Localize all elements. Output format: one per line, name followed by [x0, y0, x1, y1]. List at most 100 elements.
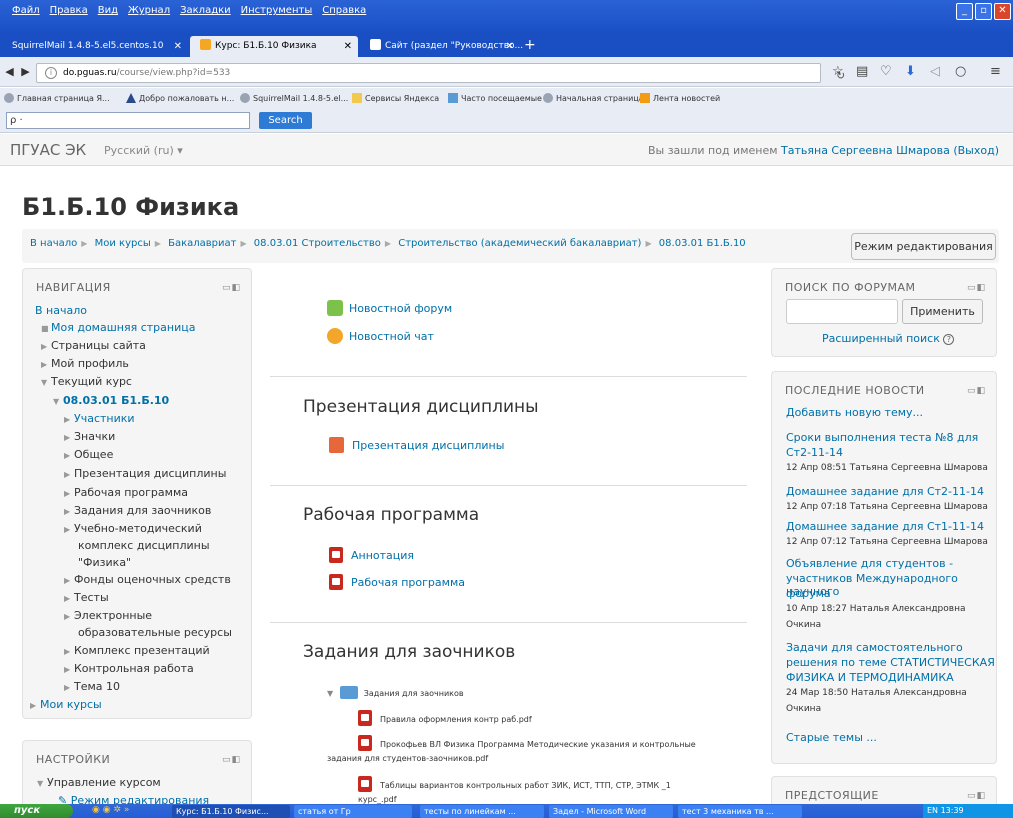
folder-file[interactable]: Таблицы вариантов контрольных работ ЗИК,…	[358, 776, 671, 792]
breadcrumb-item[interactable]: Строительство (академический бакалавриат…	[398, 238, 641, 249]
forum-search-input[interactable]	[786, 299, 898, 324]
toolbar-search-input[interactable]: ρ ·	[6, 112, 250, 129]
language-menu[interactable]: Русский (ru) ▾	[104, 144, 183, 157]
forward-arrow-icon[interactable]: ▶	[18, 63, 33, 80]
logout-link[interactable]: (Выход)	[953, 144, 999, 157]
hamburger-menu-icon[interactable]: ≡	[990, 63, 1001, 81]
nav-item-general[interactable]: ▶ Общее	[64, 448, 113, 461]
nav-item-tests[interactable]: ▶ Тесты	[64, 591, 109, 604]
nav-item-topic-10[interactable]: ▶ Тема 10	[64, 680, 120, 693]
info-icon[interactable]: i	[45, 67, 57, 79]
taskbar-item[interactable]: Курс: Б1.Б.10 Физис...	[172, 805, 290, 818]
news-item-title[interactable]: Сроки выполнения теста №8 для	[786, 431, 978, 444]
tab-site[interactable]: Сайт (раздел "Руководство... ✕	[360, 36, 523, 57]
older-topics-link[interactable]: Старые темы ...	[786, 731, 877, 744]
start-button[interactable]: пуск	[0, 804, 73, 818]
add-topic-link[interactable]: Добавить новую тему...	[786, 406, 923, 419]
send-icon[interactable]: ◁	[930, 63, 940, 81]
nav-home[interactable]: В начало	[35, 304, 87, 317]
forum-search-apply-button[interactable]: Применить	[902, 299, 983, 324]
news-item-title-line2[interactable]: Ст2-11-14	[786, 446, 843, 459]
minimize-icon[interactable]: _	[956, 3, 973, 20]
folder-file[interactable]: Прокофьев ВЛ Физика Программа Методическ…	[358, 735, 696, 751]
reading-list-icon[interactable]: ▤	[856, 63, 868, 81]
block-controls-icon[interactable]: ▭◧	[222, 283, 241, 293]
site-brand[interactable]: ПГУАС ЭК	[10, 141, 86, 159]
nav-item-umk[interactable]: ▶ Учебно-методический	[64, 522, 202, 535]
bookmark-item[interactable]: Часто посещаемые	[448, 88, 542, 109]
nav-item-label[interactable]: Моя домашняя страница	[51, 321, 195, 334]
nav-item-participants[interactable]: ▶ Участники	[64, 412, 135, 425]
taskbar-item[interactable]: тесты по линейкам ...	[420, 805, 544, 818]
activity-news-chat[interactable]: Новостной чат	[327, 328, 434, 344]
taskbar-item[interactable]: тест 3 механика тв ...	[678, 805, 802, 818]
folder-root[interactable]: ▼ Задания для заочников	[327, 686, 464, 699]
settings-course-admin[interactable]: ▼ Управление курсом	[37, 776, 161, 789]
advanced-search-link[interactable]: Расширенный поиск ?	[822, 332, 955, 345]
breadcrumb-item[interactable]: 08.03.01 Б1.Б.10	[659, 238, 746, 249]
bookmark-item[interactable]: Добро пожаловать н...	[126, 88, 234, 109]
nav-item-control-work[interactable]: ▶ Контрольная работа	[64, 662, 194, 675]
activity-work-program[interactable]: Рабочая программа	[329, 574, 465, 590]
nav-item-my-courses[interactable]: ▶ Мои курсы	[30, 698, 102, 711]
help-icon[interactable]: ?	[943, 334, 955, 345]
folder-file[interactable]: Правила оформления контр раб.pdf	[358, 710, 532, 726]
menu-help[interactable]: Справка	[322, 5, 366, 16]
nav-item-profile[interactable]: ▶ Мой профиль	[41, 357, 129, 370]
nav-item-course-code[interactable]: ▼ 08.03.01 Б1.Б.10	[53, 394, 169, 407]
bookmark-item[interactable]: Сервисы Яндекса	[352, 88, 439, 109]
url-bar[interactable]: i do.pguas.ru/course/view.php?id=533 ↻	[36, 63, 845, 83]
star-icon[interactable]: ☆	[832, 63, 844, 81]
bookmark-item[interactable]: SquirrelMail 1.4.8-5.el...	[240, 88, 348, 109]
toolbar-search-button[interactable]: Search	[259, 112, 312, 129]
news-item-title-line2[interactable]: решения по теме СТАТИСТИЧЕСКАЯ	[786, 656, 995, 669]
back-arrow-icon[interactable]: ◀	[2, 63, 17, 80]
quick-launch-icons[interactable]: ◉ ◉ ✲ »	[92, 805, 129, 815]
bookmark-item[interactable]: Начальная страница	[543, 88, 644, 109]
news-item-title-line3[interactable]: форума	[786, 587, 831, 600]
nav-item-extramural[interactable]: ▶ Задания для заочников	[64, 504, 211, 517]
nav-item-eresources[interactable]: ▶ Электронные	[64, 609, 152, 622]
maximize-icon[interactable]: ▫	[975, 3, 992, 20]
breadcrumb-item[interactable]: Мои курсы	[95, 238, 151, 249]
nav-item-site-pages[interactable]: ▶ Страницы сайта	[41, 339, 146, 352]
user-profile-link[interactable]: Татьяна Сергеевна Шмарова	[781, 144, 950, 157]
block-controls-icon[interactable]: ▭◧	[967, 386, 986, 396]
tab-close-icon[interactable]: ✕	[506, 36, 514, 57]
new-tab-button[interactable]: +	[524, 36, 536, 55]
bookmark-item[interactable]: Главная страница Я...	[4, 88, 110, 109]
taskbar-item[interactable]: Задел - Microsoft Word	[549, 805, 673, 818]
breadcrumb-item[interactable]: Бакалавриат	[168, 238, 236, 249]
news-item-title[interactable]: Домашнее задание для Ст1-11-14	[786, 520, 984, 533]
menu-file[interactable]: Файл	[12, 5, 40, 16]
activity-presentation[interactable]: Презентация дисциплины	[329, 437, 504, 453]
menu-bookmarks[interactable]: Закладки	[180, 5, 231, 16]
news-item-title[interactable]: Домашнее задание для Ст2-11-14	[786, 485, 984, 498]
menu-tools[interactable]: Инструменты	[241, 5, 313, 16]
menu-view[interactable]: Вид	[98, 5, 118, 16]
nav-item-dashboard[interactable]: ■ Моя домашняя страница	[41, 321, 195, 334]
menu-edit[interactable]: Правка	[50, 5, 88, 16]
nav-item-presentation[interactable]: ▶ Презентация дисциплины	[64, 467, 226, 480]
nav-item-presentations[interactable]: ▶ Комплекс презентаций	[64, 644, 210, 657]
news-item-title[interactable]: Задачи для самостоятельного	[786, 641, 963, 654]
bookmark-item[interactable]: Лента новостей	[640, 88, 720, 109]
tab-close-icon[interactable]: ✕	[344, 36, 352, 57]
breadcrumb-item[interactable]: 08.03.01 Строительство	[254, 238, 381, 249]
breadcrumb-item[interactable]: В начало	[30, 238, 77, 249]
news-item-title[interactable]: Объявление для студентов -	[786, 557, 953, 570]
nav-item-work-program[interactable]: ▶ Рабочая программа	[64, 486, 188, 499]
activity-annotation[interactable]: Аннотация	[329, 547, 414, 563]
tab-course[interactable]: Курс: Б1.Б.10 Физика ✕	[190, 36, 358, 57]
news-item-title-line3[interactable]: ФИЗИКА И ТЕРМОДИНАМИКА	[786, 671, 954, 684]
block-controls-icon[interactable]: ▭◧	[967, 791, 986, 801]
tab-squirrelmail[interactable]: SquirrelMail 1.4.8-5.el5.centos.10 ✕	[2, 36, 188, 57]
close-icon[interactable]: ✕	[994, 3, 1011, 20]
chat-icon[interactable]: ○	[955, 63, 966, 81]
edit-mode-button[interactable]: Режим редактирования	[851, 233, 996, 260]
nav-item-assessment[interactable]: ▶ Фонды оценочных средств	[64, 573, 231, 586]
nav-item-current-course[interactable]: ▼ Текущий курс	[41, 375, 132, 388]
tab-close-icon[interactable]: ✕	[174, 36, 182, 57]
download-icon[interactable]: ⬇	[905, 63, 916, 81]
menu-history[interactable]: Журнал	[128, 5, 170, 16]
